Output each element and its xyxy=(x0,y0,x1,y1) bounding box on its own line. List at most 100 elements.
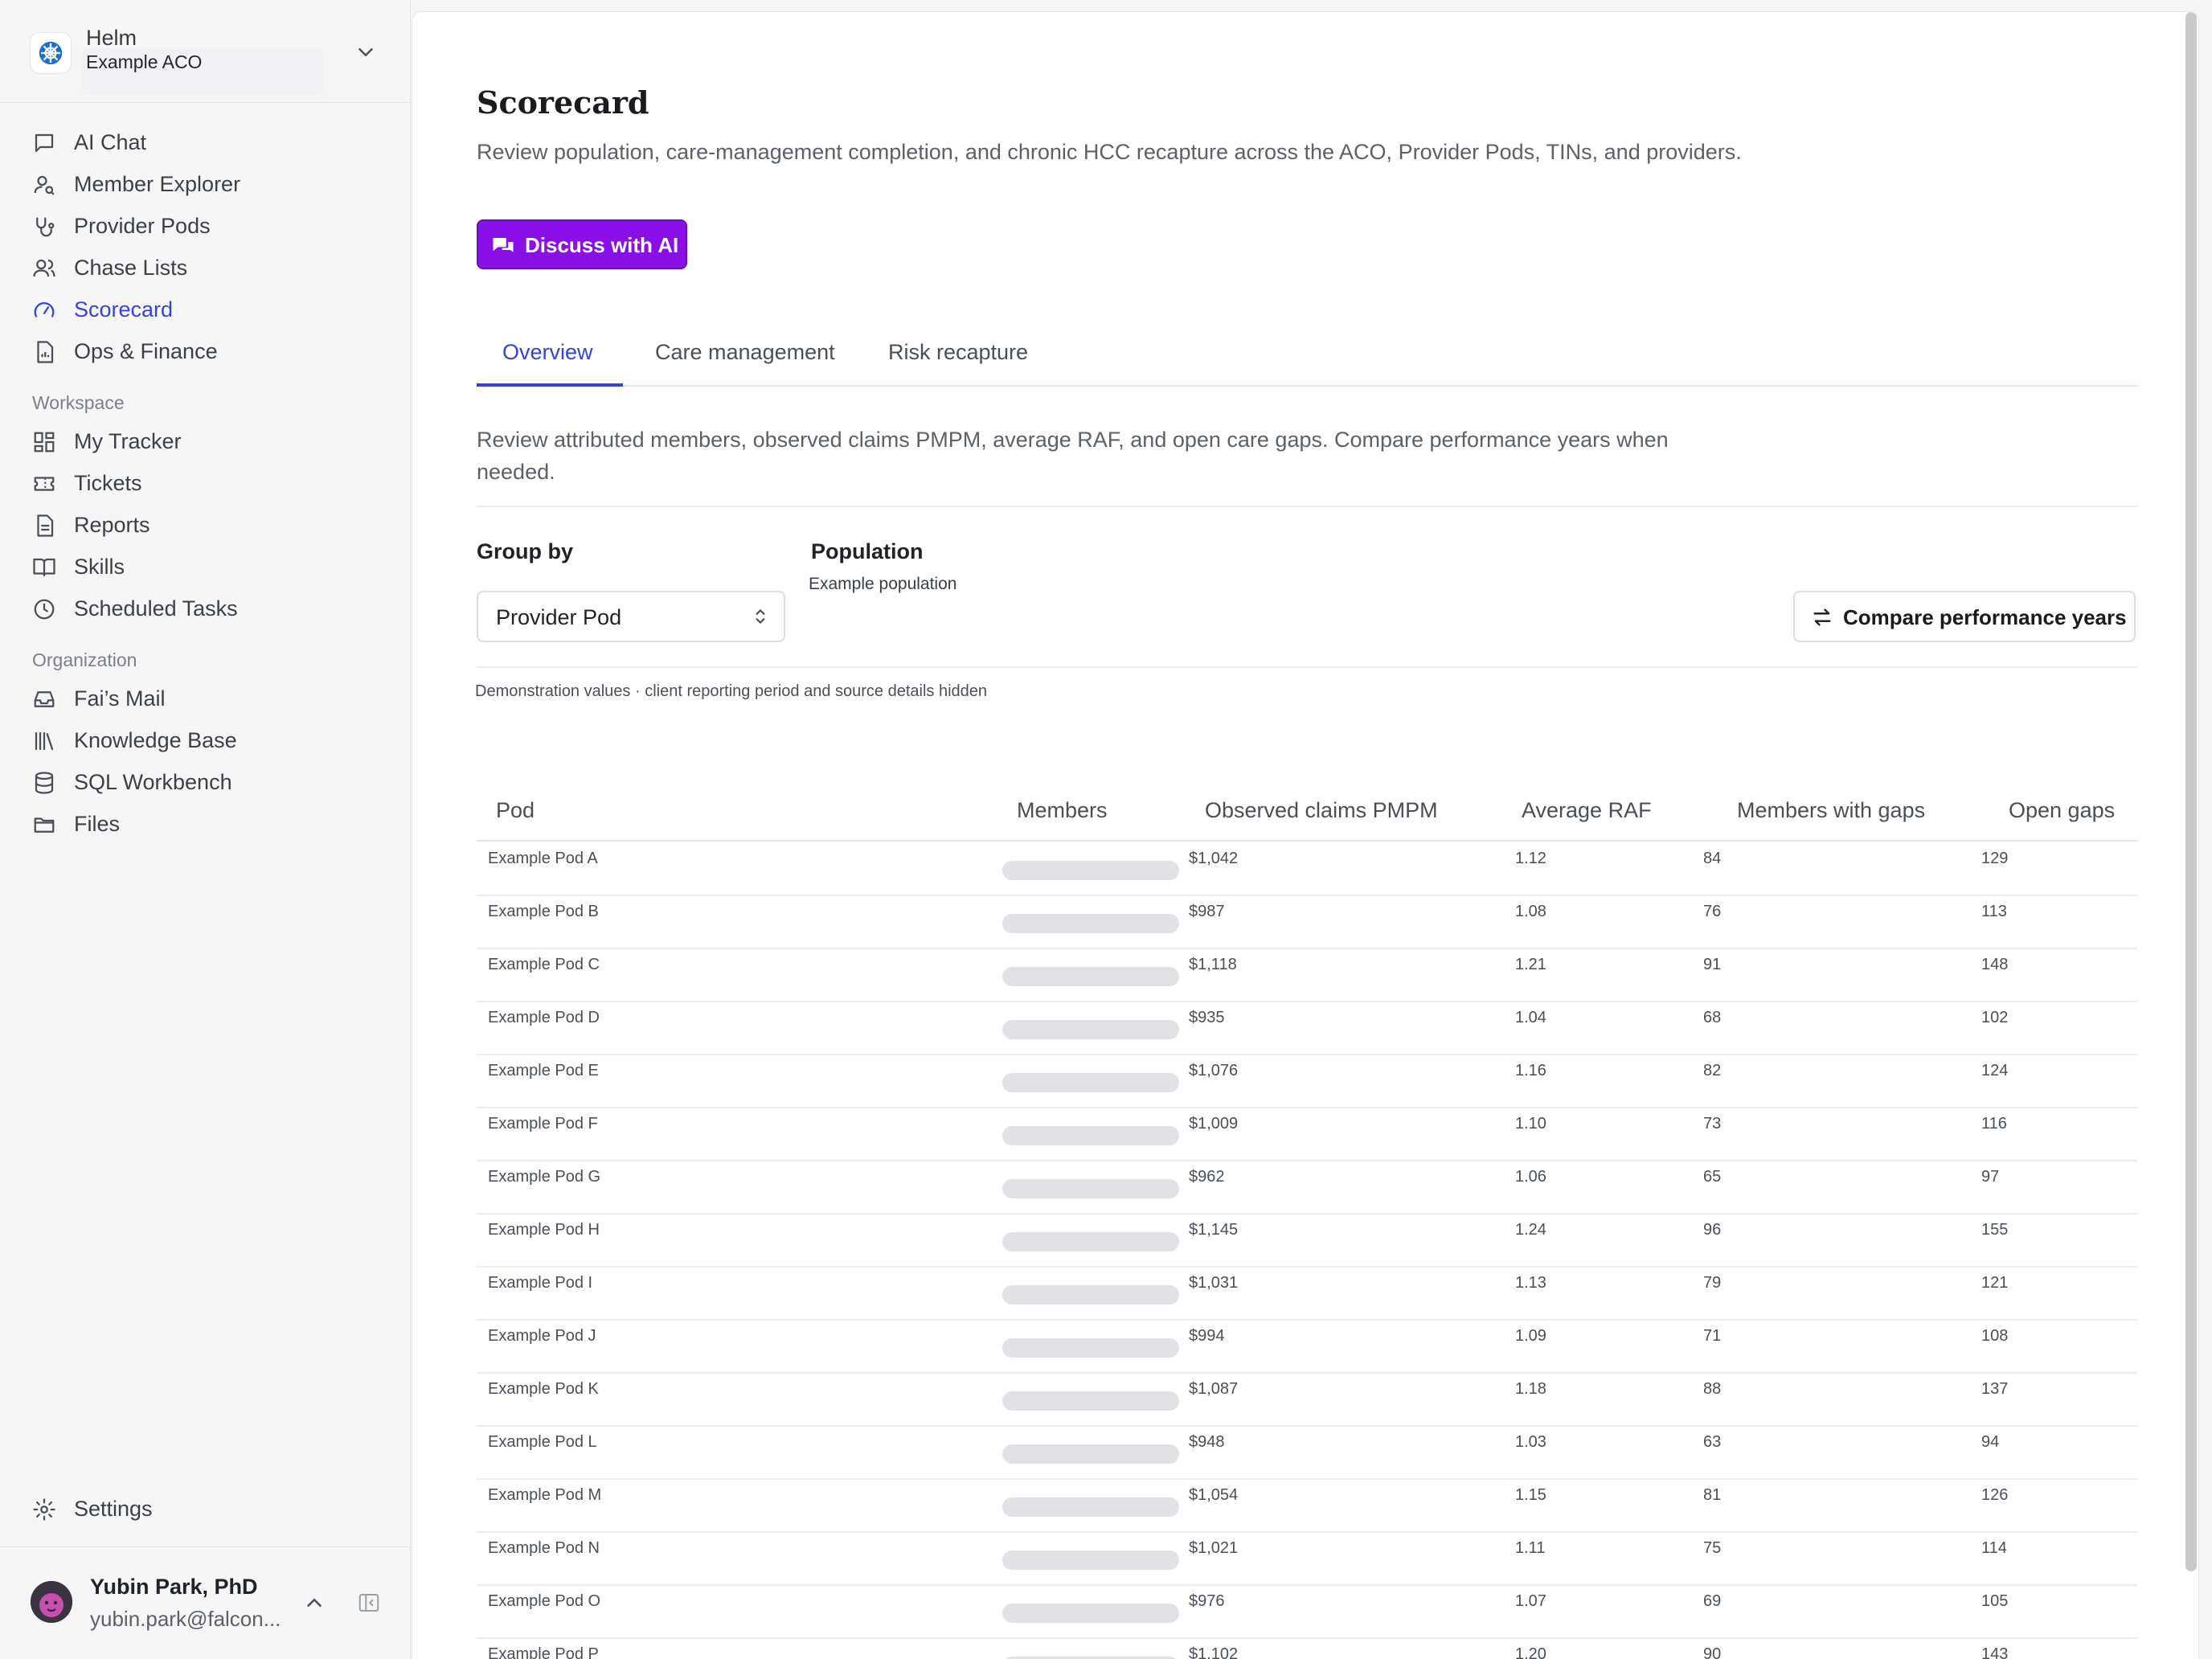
column-header-pmpm[interactable]: Observed claims PMPM xyxy=(1205,798,1438,823)
cell-pmpm: $1,042 xyxy=(1189,850,1239,867)
discuss-with-ai-button[interactable]: Discuss with AI xyxy=(477,219,687,269)
table-row[interactable]: Example Pod C $1,118 1.21 91 148 xyxy=(477,949,2137,1002)
cell-raf: 1.13 xyxy=(1515,1274,1546,1292)
cell-members-gaps: 84 xyxy=(1703,850,1722,867)
column-header-members-with-gaps[interactable]: Members with gaps xyxy=(1737,798,1925,823)
cell-pmpm: $1,076 xyxy=(1189,1062,1239,1079)
cell-raf: 1.21 xyxy=(1515,956,1546,973)
cell-pmpm: $1,145 xyxy=(1189,1221,1239,1239)
members-loading-placeholder xyxy=(1002,1020,1179,1039)
sidebar-item-label: Skills xyxy=(74,555,125,579)
cell-members-gaps: 68 xyxy=(1703,1009,1722,1026)
table-row[interactable]: Example Pod P $1,102 1.20 90 143 xyxy=(477,1639,2137,1659)
members-loading-placeholder xyxy=(1002,861,1179,880)
compare-performance-years-button[interactable]: Compare performance years xyxy=(1793,591,2136,642)
cell-pod: Example Pod B xyxy=(488,903,599,920)
table-row[interactable]: Example Pod I $1,031 1.13 79 121 xyxy=(477,1268,2137,1321)
table-row[interactable]: Example Pod K $1,087 1.18 88 137 xyxy=(477,1374,2137,1427)
chevron-up-icon[interactable] xyxy=(302,1591,326,1615)
page-title: Scorecard xyxy=(477,84,649,121)
sidebar-item-skills[interactable]: Skills xyxy=(16,547,394,587)
sidebar-item-label: Settings xyxy=(74,1497,153,1521)
group-by-select[interactable]: Provider Pod xyxy=(477,591,785,642)
sidebar-item-my-tracker[interactable]: My Tracker xyxy=(16,421,394,461)
sidebar-item-chase-lists[interactable]: Chase Lists xyxy=(16,248,394,288)
cell-open-gaps: 113 xyxy=(1981,903,2007,920)
sidebar-item-settings[interactable]: Settings xyxy=(16,1489,394,1529)
cell-pod: Example Pod P xyxy=(488,1645,599,1659)
cell-members-gaps: 75 xyxy=(1703,1539,1722,1557)
avatar xyxy=(31,1581,72,1623)
user-search-icon xyxy=(34,175,55,195)
table-row[interactable]: Example Pod N $1,021 1.11 75 114 xyxy=(477,1533,2137,1586)
tab-overview[interactable]: Overview xyxy=(502,340,593,365)
table-row[interactable]: Example Pod M $1,054 1.15 81 126 xyxy=(477,1480,2137,1533)
sidebar-item-scheduled-tasks[interactable]: Scheduled Tasks xyxy=(16,588,394,629)
folder-icon xyxy=(34,817,55,833)
sidebar-item-ops-finance[interactable]: Ops & Finance xyxy=(16,331,394,371)
cell-pod: Example Pod J xyxy=(488,1327,596,1345)
sidebar-item-reports[interactable]: Reports xyxy=(16,505,394,545)
table-row[interactable]: Example Pod O $976 1.07 69 105 xyxy=(477,1586,2137,1639)
sidebar-item-mail[interactable]: Fai’s Mail xyxy=(16,678,394,719)
sidebar-item-label: Scorecard xyxy=(74,297,174,322)
workspace-switcher[interactable]: Helm Example ACO xyxy=(0,0,411,103)
cell-open-gaps: 105 xyxy=(1981,1592,2009,1610)
sidebar-item-tickets[interactable]: Tickets xyxy=(16,463,394,503)
tab-description: Review attributed members, observed clai… xyxy=(477,428,1669,484)
members-loading-placeholder xyxy=(1002,1338,1179,1358)
population-label: Population xyxy=(811,539,924,563)
sidebar-item-scorecard[interactable]: Scorecard xyxy=(16,289,394,330)
table-row[interactable]: Example Pod H $1,145 1.24 96 155 xyxy=(477,1215,2137,1268)
table-row[interactable]: Example Pod A $1,042 1.12 84 129 xyxy=(477,843,2137,896)
members-loading-placeholder xyxy=(1002,1285,1179,1305)
members-loading-placeholder xyxy=(1002,1073,1179,1092)
cell-open-gaps: 143 xyxy=(1981,1645,2009,1659)
table-row[interactable]: Example Pod F $1,009 1.10 73 116 xyxy=(477,1108,2137,1161)
column-header-members[interactable]: Members xyxy=(1017,798,1108,823)
cell-members-gaps: 81 xyxy=(1703,1486,1722,1504)
cell-pmpm: $1,102 xyxy=(1189,1645,1239,1659)
cell-pmpm: $1,021 xyxy=(1189,1539,1239,1557)
cell-open-gaps: 94 xyxy=(1981,1433,2000,1451)
members-loading-placeholder xyxy=(1002,914,1179,933)
cell-pod: Example Pod C xyxy=(488,956,600,973)
chevron-down-icon[interactable] xyxy=(354,40,378,64)
cell-raf: 1.08 xyxy=(1515,903,1546,920)
table-row[interactable]: Example Pod J $994 1.09 71 108 xyxy=(477,1321,2137,1374)
sidebar-item-knowledge-base[interactable]: Knowledge Base xyxy=(16,720,394,760)
cell-raf: 1.11 xyxy=(1515,1539,1546,1557)
app-name: Helm xyxy=(86,26,137,50)
table-row[interactable]: Example Pod G $962 1.06 65 97 xyxy=(477,1161,2137,1215)
column-header-pod[interactable]: Pod xyxy=(496,798,535,823)
book-icon xyxy=(33,558,55,577)
user-profile[interactable]: Yubin Park, PhD yubin.park@falcon... xyxy=(0,1546,411,1659)
divider xyxy=(477,506,2137,507)
table-row[interactable]: Example Pod B $987 1.08 76 113 xyxy=(477,896,2137,949)
cell-pod: Example Pod F xyxy=(488,1115,598,1133)
sidebar-item-label: My Tracker xyxy=(74,429,182,453)
sidebar-collapse-icon[interactable] xyxy=(357,1591,381,1615)
cell-open-gaps: 97 xyxy=(1981,1168,2000,1186)
table-row[interactable]: Example Pod E $1,076 1.16 82 124 xyxy=(477,1055,2137,1108)
cell-open-gaps: 108 xyxy=(1981,1327,2009,1345)
members-loading-placeholder xyxy=(1002,1497,1179,1517)
members-loading-placeholder xyxy=(1002,1391,1179,1411)
scrollbar[interactable] xyxy=(2185,12,2197,1571)
sidebar-item-provider-pods[interactable]: Provider Pods xyxy=(16,206,394,246)
group-by-value: Provider Pod xyxy=(496,605,622,629)
sidebar-item-label: Files xyxy=(74,812,121,836)
sidebar-item-member-explorer[interactable]: Member Explorer xyxy=(16,164,394,204)
column-header-raf[interactable]: Average RAF xyxy=(1522,798,1652,823)
table-row[interactable]: Example Pod L $948 1.03 63 94 xyxy=(477,1427,2137,1480)
sidebar-item-ai-chat[interactable]: AI Chat xyxy=(16,122,394,162)
column-header-open-gaps[interactable]: Open gaps xyxy=(2009,798,2115,823)
members-loading-placeholder xyxy=(1002,1604,1179,1623)
tab-risk-recapture[interactable]: Risk recapture xyxy=(888,340,1028,365)
sidebar-item-files[interactable]: Files xyxy=(16,804,394,844)
tab-care-management[interactable]: Care management xyxy=(655,340,835,365)
cell-pmpm: $1,087 xyxy=(1189,1380,1239,1398)
sidebar-item-sql-workbench[interactable]: SQL Workbench xyxy=(16,762,394,802)
table-row[interactable]: Example Pod D $935 1.04 68 102 xyxy=(477,1002,2137,1055)
discuss-with-ai-label: Discuss with AI xyxy=(525,233,679,257)
